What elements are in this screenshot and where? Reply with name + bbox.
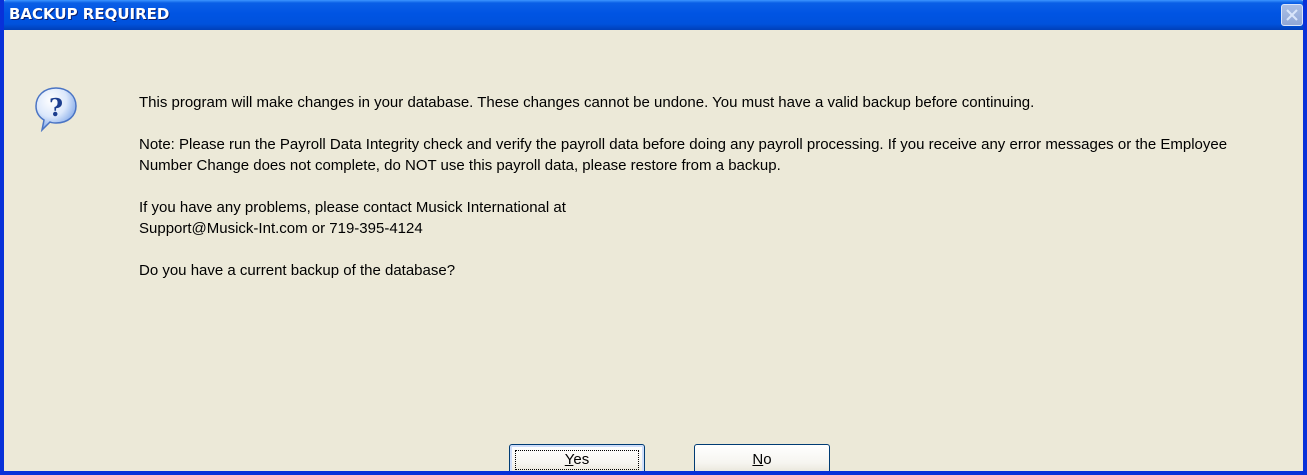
no-button[interactable]: No [694, 444, 830, 471]
message-paragraph-note: Note: Please run the Payroll Data Integr… [139, 136, 1228, 174]
message-question: Do you have a current backup of the data… [139, 262, 456, 279]
dialog-body: ? This program will make changes in your… [4, 30, 1303, 471]
yes-button[interactable]: Yes [509, 444, 645, 471]
no-mnemonic: N [752, 451, 764, 468]
close-button[interactable] [1281, 4, 1303, 26]
contact-line-1: If you have any problems, please contact… [139, 199, 566, 216]
question-icon: ? [35, 87, 77, 132]
dialog-window: BACKUP REQUIRED ? This program will make… [0, 0, 1307, 475]
message-paragraph-backup-warning: This program will make changes in your d… [139, 94, 1035, 111]
message-paragraph-contact: If you have any problems, please contact… [139, 197, 1279, 239]
svg-text:?: ? [49, 93, 63, 122]
title-bar[interactable]: BACKUP REQUIRED [4, 0, 1303, 30]
dialog-title: BACKUP REQUIRED [9, 5, 170, 23]
message-text: This program will make changes in your d… [139, 92, 1279, 281]
no-label-rest: o [763, 451, 772, 468]
contact-line-2: Support@Musick-Int.com or 719-395-4124 [139, 220, 423, 237]
focus-ring [515, 450, 639, 470]
close-icon [1286, 9, 1298, 21]
button-row: Yes No [509, 444, 830, 471]
